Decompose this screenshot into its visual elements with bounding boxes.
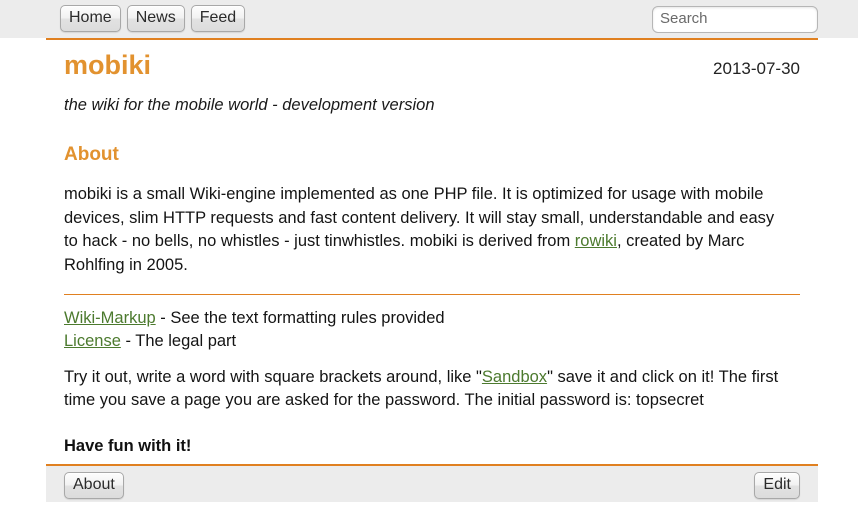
wiki-page: Home News Feed mobiki 2013-07-30 the wik…	[0, 0, 858, 521]
site-title: mobiki	[64, 50, 152, 80]
page-header: mobiki 2013-07-30	[64, 40, 800, 81]
top-navigation-inner: Home News Feed	[46, 0, 818, 38]
link-license[interactable]: License	[64, 332, 121, 350]
divider-rule-top	[64, 293, 800, 295]
nav-home-button[interactable]: Home	[60, 5, 121, 32]
link-wiki-markup[interactable]: Wiki-Markup	[64, 309, 156, 327]
link-rowiki[interactable]: rowiki	[575, 232, 617, 250]
primary-nav: Home News Feed	[60, 5, 246, 32]
link-sandbox[interactable]: Sandbox	[482, 368, 547, 386]
footer-inner: About Edit	[46, 466, 818, 502]
footer-bar: About Edit	[46, 464, 818, 502]
content-inner: mobiki 2013-07-30 the wiki for the mobil…	[46, 40, 818, 457]
about-paragraph: mobiki is a small Wiki-engine implemente…	[64, 183, 786, 277]
content-area: mobiki 2013-07-30 the wiki for the mobil…	[46, 38, 818, 521]
search-input[interactable]	[652, 6, 818, 33]
right-gutter	[818, 38, 858, 521]
list-item: License - The legal part	[64, 330, 800, 354]
footer-about-button[interactable]: About	[64, 472, 124, 499]
tryout-paragraph-part1: Try it out, write a word with square bra…	[64, 367, 482, 386]
resource-link-list: Wiki-Markup - See the text formatting ru…	[64, 307, 800, 354]
section-title-about: About	[64, 144, 119, 165]
site-tagline: the wiki for the mobile world - developm…	[64, 96, 435, 114]
tryout-paragraph: Try it out, write a word with square bra…	[64, 366, 786, 413]
link-license-desc: - The legal part	[120, 332, 237, 350]
closing-note: Have fun with it!	[64, 436, 192, 455]
link-wiki-markup-desc: - See the text formatting rules provided	[155, 308, 445, 327]
nav-feed-button[interactable]: Feed	[190, 5, 246, 32]
nav-news-button[interactable]: News	[126, 5, 185, 32]
search-area	[652, 6, 818, 33]
left-gutter	[0, 38, 46, 521]
list-item: Wiki-Markup - See the text formatting ru…	[64, 307, 800, 331]
page-date: 2013-07-30	[713, 59, 800, 78]
top-navigation-bar: Home News Feed	[0, 0, 858, 38]
footer-edit-button[interactable]: Edit	[754, 472, 800, 499]
